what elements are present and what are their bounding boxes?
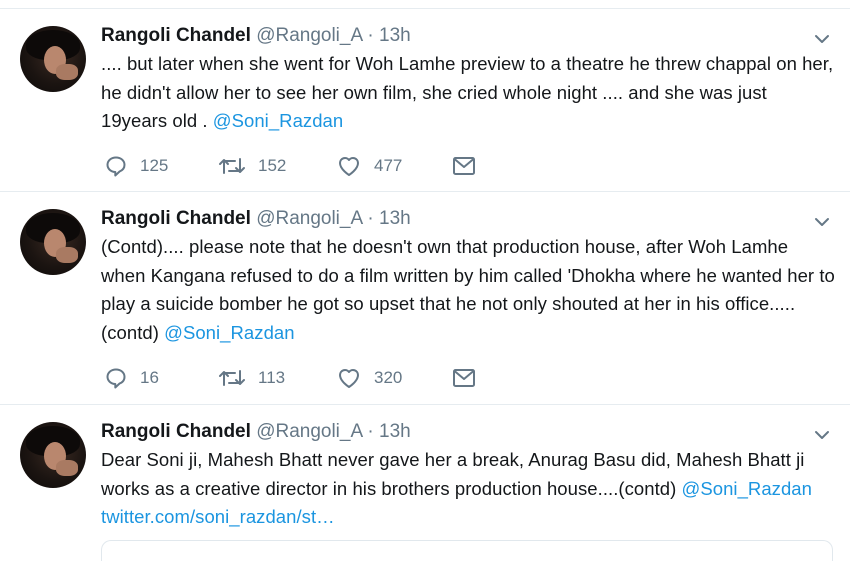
timestamp[interactable]: 13h xyxy=(379,421,411,442)
mention-link[interactable]: @Soni_Razdan xyxy=(682,478,812,499)
separator: · xyxy=(367,208,374,229)
retweet-icon xyxy=(219,370,245,386)
url-link[interactable]: twitter.com/soni_razdan/st… xyxy=(101,506,335,527)
heart-icon xyxy=(339,157,359,176)
chevron-down-icon[interactable] xyxy=(812,212,832,232)
author-handle[interactable]: @Rangoli_A xyxy=(256,25,362,46)
direct-message-button[interactable] xyxy=(452,365,476,391)
retweet-icon xyxy=(219,158,245,174)
reply-count: 16 xyxy=(140,368,159,387)
mention-link[interactable]: @Soni_Razdan xyxy=(164,322,294,343)
timestamp[interactable]: 13h xyxy=(379,25,411,46)
reply-button[interactable]: 125 xyxy=(104,153,168,179)
reply-count: 125 xyxy=(140,156,169,175)
tweet[interactable]: Rangoli Chandel @Rangoli_A · 13h Dear So… xyxy=(0,405,850,550)
retweet-count: 113 xyxy=(258,368,286,387)
mention-link[interactable]: @Soni_Razdan xyxy=(213,110,343,131)
tweet[interactable]: Rangoli Chandel @Rangoli_A · 13h .... bu… xyxy=(0,9,850,192)
reply-button[interactable]: 16 xyxy=(104,365,159,391)
tweet-header: Rangoli Chandel @Rangoli_A · 13h xyxy=(101,207,411,231)
avatar[interactable] xyxy=(20,209,86,275)
author-name[interactable]: Rangoli Chandel xyxy=(101,421,251,442)
heart-icon xyxy=(339,369,359,388)
tweet-header: Rangoli Chandel @Rangoli_A · 13h xyxy=(101,24,411,48)
envelope-icon xyxy=(453,369,475,387)
timeline-top-border xyxy=(0,0,850,9)
tweet-text-content: .... but later when she went for Woh Lam… xyxy=(101,53,834,131)
like-count: 320 xyxy=(374,368,403,387)
like-count: 477 xyxy=(374,156,403,175)
author-name[interactable]: Rangoli Chandel xyxy=(101,25,251,46)
separator: · xyxy=(367,25,374,46)
tweet-text: (Contd).... please note that he doesn't … xyxy=(101,233,836,347)
avatar[interactable] xyxy=(20,26,86,92)
tweet-text: .... but later when she went for Woh Lam… xyxy=(101,50,836,136)
author-handle[interactable]: @Rangoli_A xyxy=(256,208,362,229)
chevron-down-icon[interactable] xyxy=(812,425,832,445)
reply-icon xyxy=(106,156,126,177)
separator: · xyxy=(367,421,374,442)
timestamp[interactable]: 13h xyxy=(379,208,411,229)
chevron-down-icon[interactable] xyxy=(812,29,832,49)
author-name[interactable]: Rangoli Chandel xyxy=(101,208,251,229)
direct-message-button[interactable] xyxy=(452,153,476,179)
tweet[interactable]: Rangoli Chandel @Rangoli_A · 13h (Contd)… xyxy=(0,192,850,405)
like-button[interactable]: 320 xyxy=(336,365,402,391)
avatar[interactable] xyxy=(20,422,86,488)
reply-icon xyxy=(106,368,126,389)
like-button[interactable]: 477 xyxy=(336,153,402,179)
envelope-icon xyxy=(453,157,475,175)
retweet-button[interactable]: 152 xyxy=(218,153,286,179)
retweet-button[interactable]: 113 xyxy=(218,365,285,391)
tweet-text: Dear Soni ji, Mahesh Bhatt never gave he… xyxy=(101,446,836,532)
tweet-header: Rangoli Chandel @Rangoli_A · 13h xyxy=(101,420,411,444)
retweet-count: 152 xyxy=(258,156,287,175)
link-preview-card[interactable] xyxy=(101,540,833,561)
author-handle[interactable]: @Rangoli_A xyxy=(256,421,362,442)
